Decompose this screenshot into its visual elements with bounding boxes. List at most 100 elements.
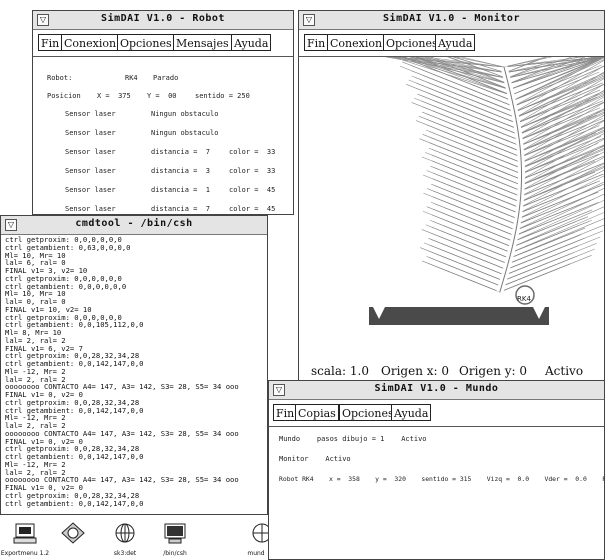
robot-menubar: Fin Conexion Opciones Mensajes Ayuda: [33, 30, 293, 57]
laser-ray: [429, 244, 505, 276]
laser-ray: [503, 57, 547, 68]
laser-ray: [431, 226, 510, 259]
window-title: cmdtool - /bin/csh: [75, 218, 193, 229]
menu-ayuda-button[interactable]: Ayuda: [391, 404, 432, 421]
sensor-color: color = 45: [229, 186, 276, 194]
sensor-reading: distancia = 7: [151, 148, 211, 156]
dock-item-mund[interactable]: mund: [244, 518, 268, 560]
robot-name: RK4: [125, 74, 138, 82]
sensor-reading: distancia = 7: [151, 205, 211, 213]
position-label: Posicion: [47, 92, 81, 100]
laser-ray: [432, 196, 517, 231]
menu-opciones-button[interactable]: Opciones: [339, 404, 397, 421]
monitor-info: Monitor Activo: [279, 455, 351, 463]
sensor-name: Sensor laser: [65, 167, 116, 175]
sensor-name: Sensor laser: [65, 205, 116, 213]
laser-ray: [519, 128, 549, 141]
monitor-window: ▽ SimDAI V1.0 - Monitor Fin Conexion Opc…: [298, 10, 605, 385]
cmdtool-titlebar[interactable]: ▽ cmdtool - /bin/csh: [1, 216, 267, 235]
laser-ray: [434, 203, 515, 237]
x-position: X = 375: [97, 92, 131, 100]
menu-ayuda-button[interactable]: Ayuda: [231, 34, 272, 51]
mundo-titlebar[interactable]: ▽ SimDAI V1.0 - Mundo: [269, 381, 604, 400]
menu-opciones-button[interactable]: Opciones: [117, 34, 175, 51]
computer-icon: [13, 523, 37, 544]
laser-ray: [416, 82, 517, 124]
dock-item-globe[interactable]: [48, 518, 98, 560]
monitor-window-titlebar[interactable]: ▽ SimDAI V1.0 - Monitor: [299, 11, 604, 30]
mundo-info: Mundo pasos dibujo = 1 Activo: [279, 435, 427, 443]
menu-fin-button[interactable]: Fin: [273, 404, 298, 421]
sensor-reading: distancia = 1: [151, 186, 211, 194]
network-icon: [252, 523, 268, 543]
window-title: SimDAI V1.0 - Monitor: [383, 13, 520, 24]
sensor-name: Sensor laser: [65, 186, 116, 194]
laser-ray: [429, 136, 522, 175]
laser-ray: [429, 131, 522, 169]
menu-mensajes-button[interactable]: Mensajes: [173, 34, 232, 51]
laser-ray: [415, 77, 516, 118]
mundo-window: ▽ SimDAI V1.0 - Mundo Fin Copias Opcione…: [268, 380, 605, 560]
laser-ray: [417, 88, 518, 130]
robot-window-titlebar[interactable]: ▽ SimDAI V1.0 - Robot: [33, 11, 293, 30]
laser-ray: [429, 257, 502, 287]
dock-item-exportmenu[interactable]: Exportmenu 1.2: [0, 518, 50, 560]
mundo-menubar: Fin Copias Opciones Ayuda: [269, 400, 604, 427]
laser-ray: [520, 188, 555, 203]
laser-ray: [516, 110, 548, 124]
sensor-name: Sensor laser: [65, 148, 116, 156]
sensor-color: color = 45: [229, 205, 276, 213]
laser-ray: [428, 250, 504, 282]
globe-icon: [61, 522, 85, 544]
laser-ray: [431, 239, 507, 270]
origin-y-status: Origen y: 0: [459, 364, 528, 378]
sensor-reading: Ningun obstaculo: [151, 129, 219, 137]
terminal-icon: [164, 523, 186, 544]
robot-state: Parado: [153, 74, 179, 82]
scale-status: scala: 1.0: [311, 364, 369, 378]
robot-trajectory: [496, 66, 526, 293]
dock-item-csh[interactable]: /bin/csh: [150, 518, 200, 560]
window-title: SimDAI V1.0 - Robot: [101, 13, 225, 24]
menu-opciones-button[interactable]: Opciones: [383, 34, 441, 51]
sensor-color: color = 33: [229, 167, 276, 175]
menu-conexion-button[interactable]: Conexion: [327, 34, 386, 51]
menu-fin-button[interactable]: Fin: [304, 34, 329, 51]
laser-ray: [513, 93, 545, 107]
laser-ray: [432, 208, 514, 242]
menu-fin-button[interactable]: Fin: [38, 34, 63, 51]
window-title: SimDAI V1.0 - Mundo: [374, 383, 499, 394]
laser-ray: [426, 124, 522, 163]
laser-rays: [385, 57, 604, 293]
robot-trajectory-canvas[interactable]: RK4: [299, 57, 604, 357]
laser-ray: [427, 262, 500, 293]
dock-item-sk3det[interactable]: sk3:det: [100, 518, 150, 560]
sensor-reading: distancia = 3: [151, 167, 211, 175]
laser-ray: [431, 154, 522, 192]
sensor-reading: Ningun obstaculo: [151, 110, 219, 118]
laser-ray: [432, 221, 512, 253]
origin-x-status: Origen x: 0: [381, 364, 449, 378]
laser-ray: [520, 145, 550, 158]
laser-ray: [430, 232, 509, 265]
robot-window: ▽ SimDAI V1.0 - Robot Fin Conexion Opcio…: [32, 10, 294, 215]
menu-conexion-button[interactable]: Conexion: [61, 34, 120, 51]
sensor-name: Sensor laser: [65, 110, 116, 118]
network-icon: [115, 523, 135, 543]
laser-ray: [429, 142, 522, 180]
monitor-menubar: Fin Conexion Opciones Ayuda: [299, 30, 604, 57]
menu-ayuda-button[interactable]: Ayuda: [435, 34, 476, 51]
menu-copias-button[interactable]: Copias: [295, 404, 339, 421]
sensor-color: color = 33: [229, 148, 276, 156]
terminal-output[interactable]: ctrl getproxim: 0,0,0,0,0,0 ctrl getambie…: [1, 236, 267, 514]
robot-label: Robot:: [47, 74, 73, 82]
robot-info: Robot RK4 x = 358 y = 320 sentido = 315 …: [279, 475, 605, 483]
robot-tag: RK4: [517, 295, 531, 303]
terminal-line: ctrl getambient: 0,0,142,147,0,0: [5, 498, 144, 508]
direction-value: sentido = 250: [195, 92, 250, 100]
y-position: Y = 00: [147, 92, 177, 100]
sensor-name: Sensor laser: [65, 129, 116, 137]
laser-ray: [432, 149, 522, 186]
active-status: Activo: [545, 364, 584, 378]
cmdtool-window: ▽ cmdtool - /bin/csh ctrl getproxim: 0,0…: [0, 215, 268, 515]
